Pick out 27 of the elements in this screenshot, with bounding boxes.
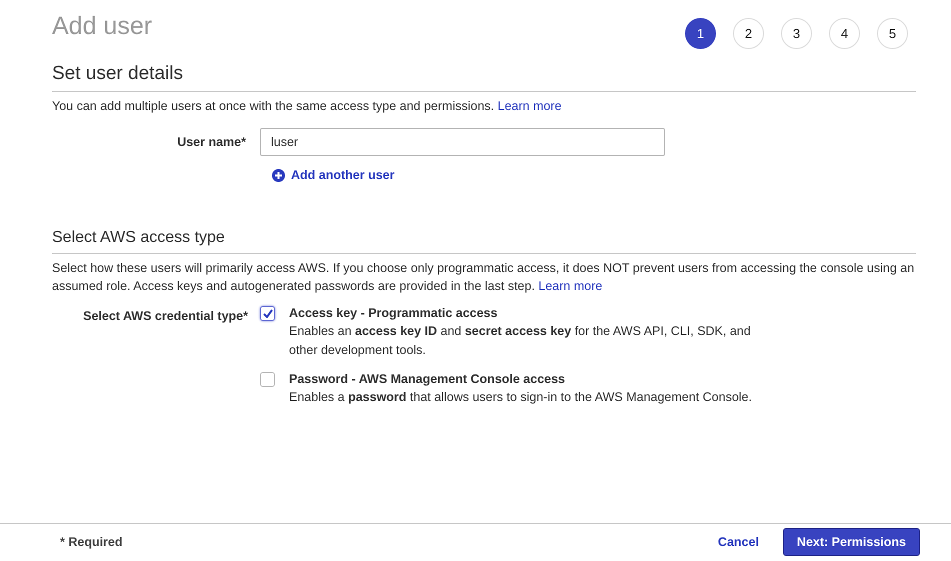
option-title: Access key - Programmatic access	[289, 304, 498, 322]
section-heading: Set user details	[52, 62, 184, 86]
cancel-button[interactable]: Cancel	[718, 532, 759, 552]
option-description: Enables an access key ID and secret access key for the AWS API, CLI, SDK, and other development tools.	[289, 322, 752, 359]
step-indicator[interactable]: 5	[877, 18, 908, 49]
user-name-input[interactable]: luser	[260, 128, 665, 156]
checkmark-icon	[262, 308, 272, 318]
step-indicator[interactable]: 3	[781, 18, 812, 49]
learn-more-link[interactable]: Learn more	[538, 278, 602, 293]
field-label: User name*	[177, 135, 246, 149]
checkbox[interactable]	[260, 372, 275, 387]
learn-more-link[interactable]: Learn more	[498, 99, 562, 113]
step-indicator[interactable]: 4	[829, 18, 860, 49]
plus-circle-icon	[272, 168, 285, 182]
checkbox[interactable]	[260, 306, 275, 321]
add-another-user-link[interactable]: Add another user	[291, 166, 394, 185]
next-button[interactable]: Next: Permissions	[782, 528, 920, 556]
option-description: Enables a password that allows users to sign-in to the AWS Management Console.	[289, 388, 753, 406]
section-description: Select how these users will primarily access AWS. If you choose only programmatic access, it does NOT prevent users from accessing the console using an assumed role. Access keys and autogenerated passwords are provided in the last step. Learn more	[52, 260, 916, 295]
section-description: You can add multiple users at once with the same access type and permissions. Learn more	[52, 98, 563, 115]
field-label: Select AWS credential type*	[83, 308, 248, 323]
required-note: * Required	[60, 534, 123, 551]
option-title: Password - AWS Management Console access	[289, 370, 566, 388]
step-indicator[interactable]: 2	[733, 18, 764, 49]
section-heading: Select AWS access type	[52, 228, 226, 248]
step-indicator[interactable]: 1	[685, 18, 716, 49]
page-title: Add user	[52, 11, 152, 42]
